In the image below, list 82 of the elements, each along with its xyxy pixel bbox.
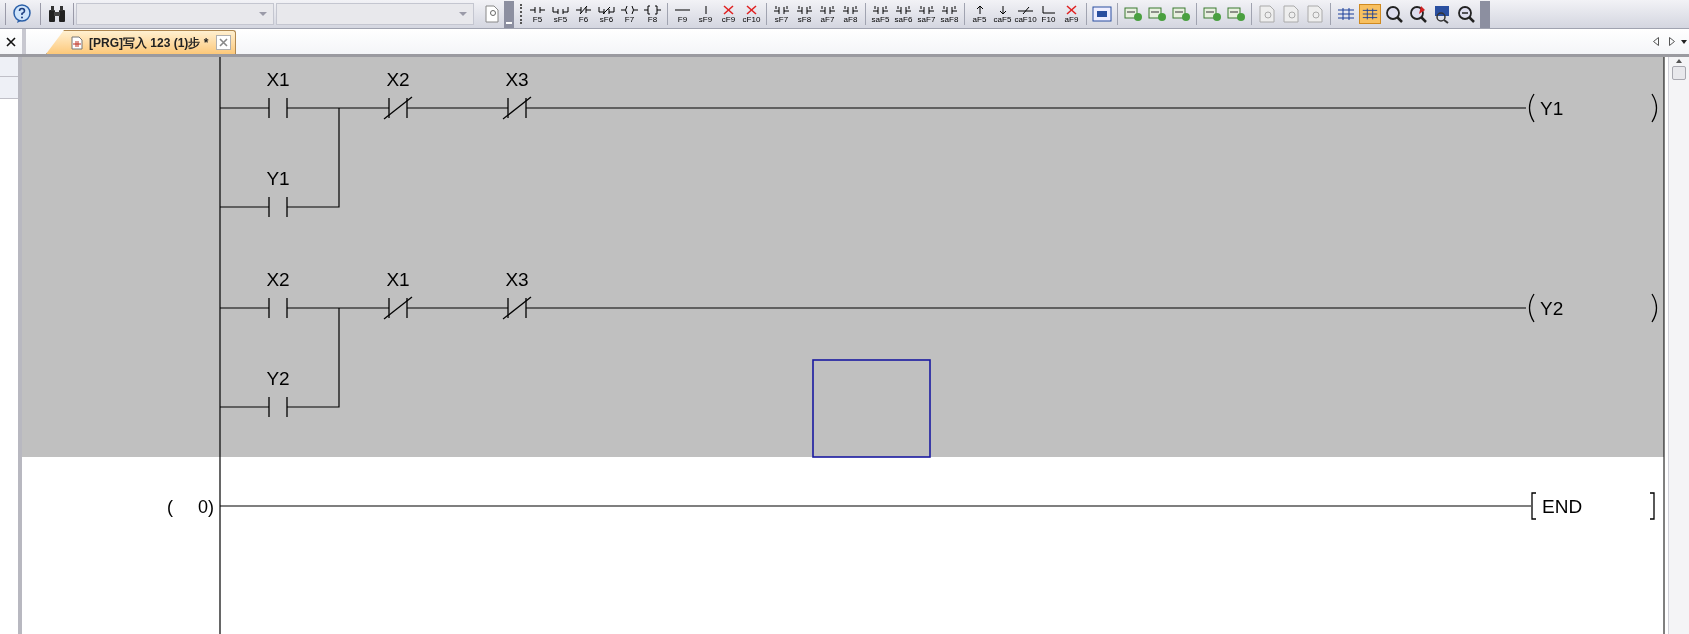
- document-tab[interactable]: [PRG]写入 123 (1)步 *: [46, 30, 237, 54]
- end-open-bracket: [1531, 492, 1537, 520]
- coil-open-bracket: [1528, 293, 1535, 323]
- document-search-icon[interactable]: [1280, 4, 1302, 24]
- ladder-tool-button[interactable]: sF8: [793, 1, 816, 27]
- ladder-symbol-icon: [940, 4, 959, 15]
- contact-label: X3: [505, 269, 529, 290]
- contact-label: X2: [386, 69, 410, 90]
- ladder-tool-button[interactable]: caF5: [991, 1, 1014, 27]
- dropdown-field[interactable]: [76, 3, 274, 25]
- ladder-symbol-icon: [795, 4, 814, 15]
- vertical-scrollbar[interactable]: [1668, 57, 1689, 634]
- ladder-tool-button[interactable]: aF9: [1060, 1, 1083, 27]
- ladder-symbol-icon: [551, 4, 570, 15]
- ladder-symbol-icon: [772, 4, 791, 15]
- coil-close-bracket: [1651, 293, 1658, 323]
- coil-label: Y2: [1540, 298, 1564, 319]
- caret-icon[interactable]: [1681, 39, 1687, 44]
- binoculars-icon[interactable]: [47, 5, 67, 23]
- ladder-symbol-icon: [574, 4, 593, 15]
- ladder-tool-button[interactable]: F10: [1037, 1, 1060, 27]
- ladder-tool-button[interactable]: sF6: [595, 1, 618, 27]
- contact-label: X3: [505, 69, 529, 90]
- dropdown-field[interactable]: [276, 3, 474, 25]
- magnifier-icon[interactable]: [1383, 4, 1405, 24]
- ladder-symbol-icon: [528, 4, 547, 15]
- ladder-tool-button[interactable]: F9: [671, 1, 694, 27]
- scrollbar-thumb[interactable]: [1672, 66, 1686, 80]
- ladder-tool-button[interactable]: sF7: [770, 1, 793, 27]
- ladder-symbol-icon: [643, 4, 662, 15]
- ladder-tool-button[interactable]: aF7: [816, 1, 839, 27]
- end-close-bracket: [1649, 492, 1655, 520]
- scroll-left-icon[interactable]: [1653, 37, 1659, 46]
- coil-open-bracket: [1528, 93, 1535, 123]
- contact-label: X1: [266, 69, 290, 90]
- end-instruction: END: [1542, 496, 1583, 517]
- structured-text-icon[interactable]: [1091, 4, 1113, 24]
- document-search-icon[interactable]: [484, 5, 500, 23]
- ladder-symbol-icon: [871, 4, 890, 15]
- toolbar-overflow-button[interactable]: [504, 0, 514, 28]
- ladder-symbol-icon: [818, 4, 837, 15]
- contact-label: Y1: [266, 168, 290, 189]
- ladder-symbol-icon: [917, 4, 936, 15]
- contact-label: Y2: [266, 368, 290, 389]
- ladder-tool-button[interactable]: saF5: [869, 1, 892, 27]
- ladder-symbol-icon: [841, 4, 860, 15]
- ladder-symbol-icon: [998, 4, 1007, 15]
- document-icon[interactable]: [1256, 4, 1278, 24]
- help-icon[interactable]: [12, 4, 32, 24]
- contact-label: X1: [386, 269, 410, 290]
- scroll-right-icon[interactable]: [1669, 37, 1675, 46]
- ladder-tool-button[interactable]: aF8: [839, 1, 862, 27]
- ladder-tool-button[interactable]: saF6: [892, 1, 915, 27]
- ladder-symbol-icon: [597, 4, 616, 15]
- ladder-tool-button[interactable]: cF10: [740, 1, 763, 27]
- ladder-tool-button[interactable]: aF5: [968, 1, 991, 27]
- ladder-symbol-icon: [894, 4, 913, 15]
- ladder-symbol-icon: [975, 4, 984, 15]
- ladder-tool-button[interactable]: sF9: [694, 1, 717, 27]
- ladder-program-icon: [71, 35, 83, 50]
- ladder-tool-button[interactable]: F5: [526, 1, 549, 27]
- ladder-symbol-icon: [620, 4, 639, 15]
- ladder-symbol-icon: [1016, 4, 1035, 15]
- scroll-up-icon[interactable]: [1676, 59, 1682, 63]
- coil-label: Y1: [1540, 98, 1564, 119]
- caret-icon: [259, 12, 267, 16]
- ladder-tool-button[interactable]: caF10: [1014, 1, 1037, 27]
- ladder-symbol-icon: [1039, 4, 1058, 15]
- ladder-tool-button[interactable]: F6: [572, 1, 595, 27]
- ladder-tool-button[interactable]: F7: [618, 1, 641, 27]
- step-number: ( 0): [167, 497, 214, 517]
- ladder-tool-button[interactable]: F8: [641, 1, 664, 27]
- coil-close-bracket: [1651, 93, 1658, 123]
- ladder-tool-button[interactable]: cF9: [717, 1, 740, 27]
- ladder-tool-button[interactable]: saF7: [915, 1, 938, 27]
- ladder-tool-button[interactable]: saF8: [938, 1, 961, 27]
- ladder-tool-button[interactable]: sF5: [549, 1, 572, 27]
- close-tab-icon[interactable]: [216, 35, 232, 50]
- contact-label: X2: [266, 269, 290, 290]
- zoom-icon[interactable]: [1455, 4, 1477, 24]
- caret-icon: [459, 12, 467, 16]
- close-icon[interactable]: [6, 36, 16, 47]
